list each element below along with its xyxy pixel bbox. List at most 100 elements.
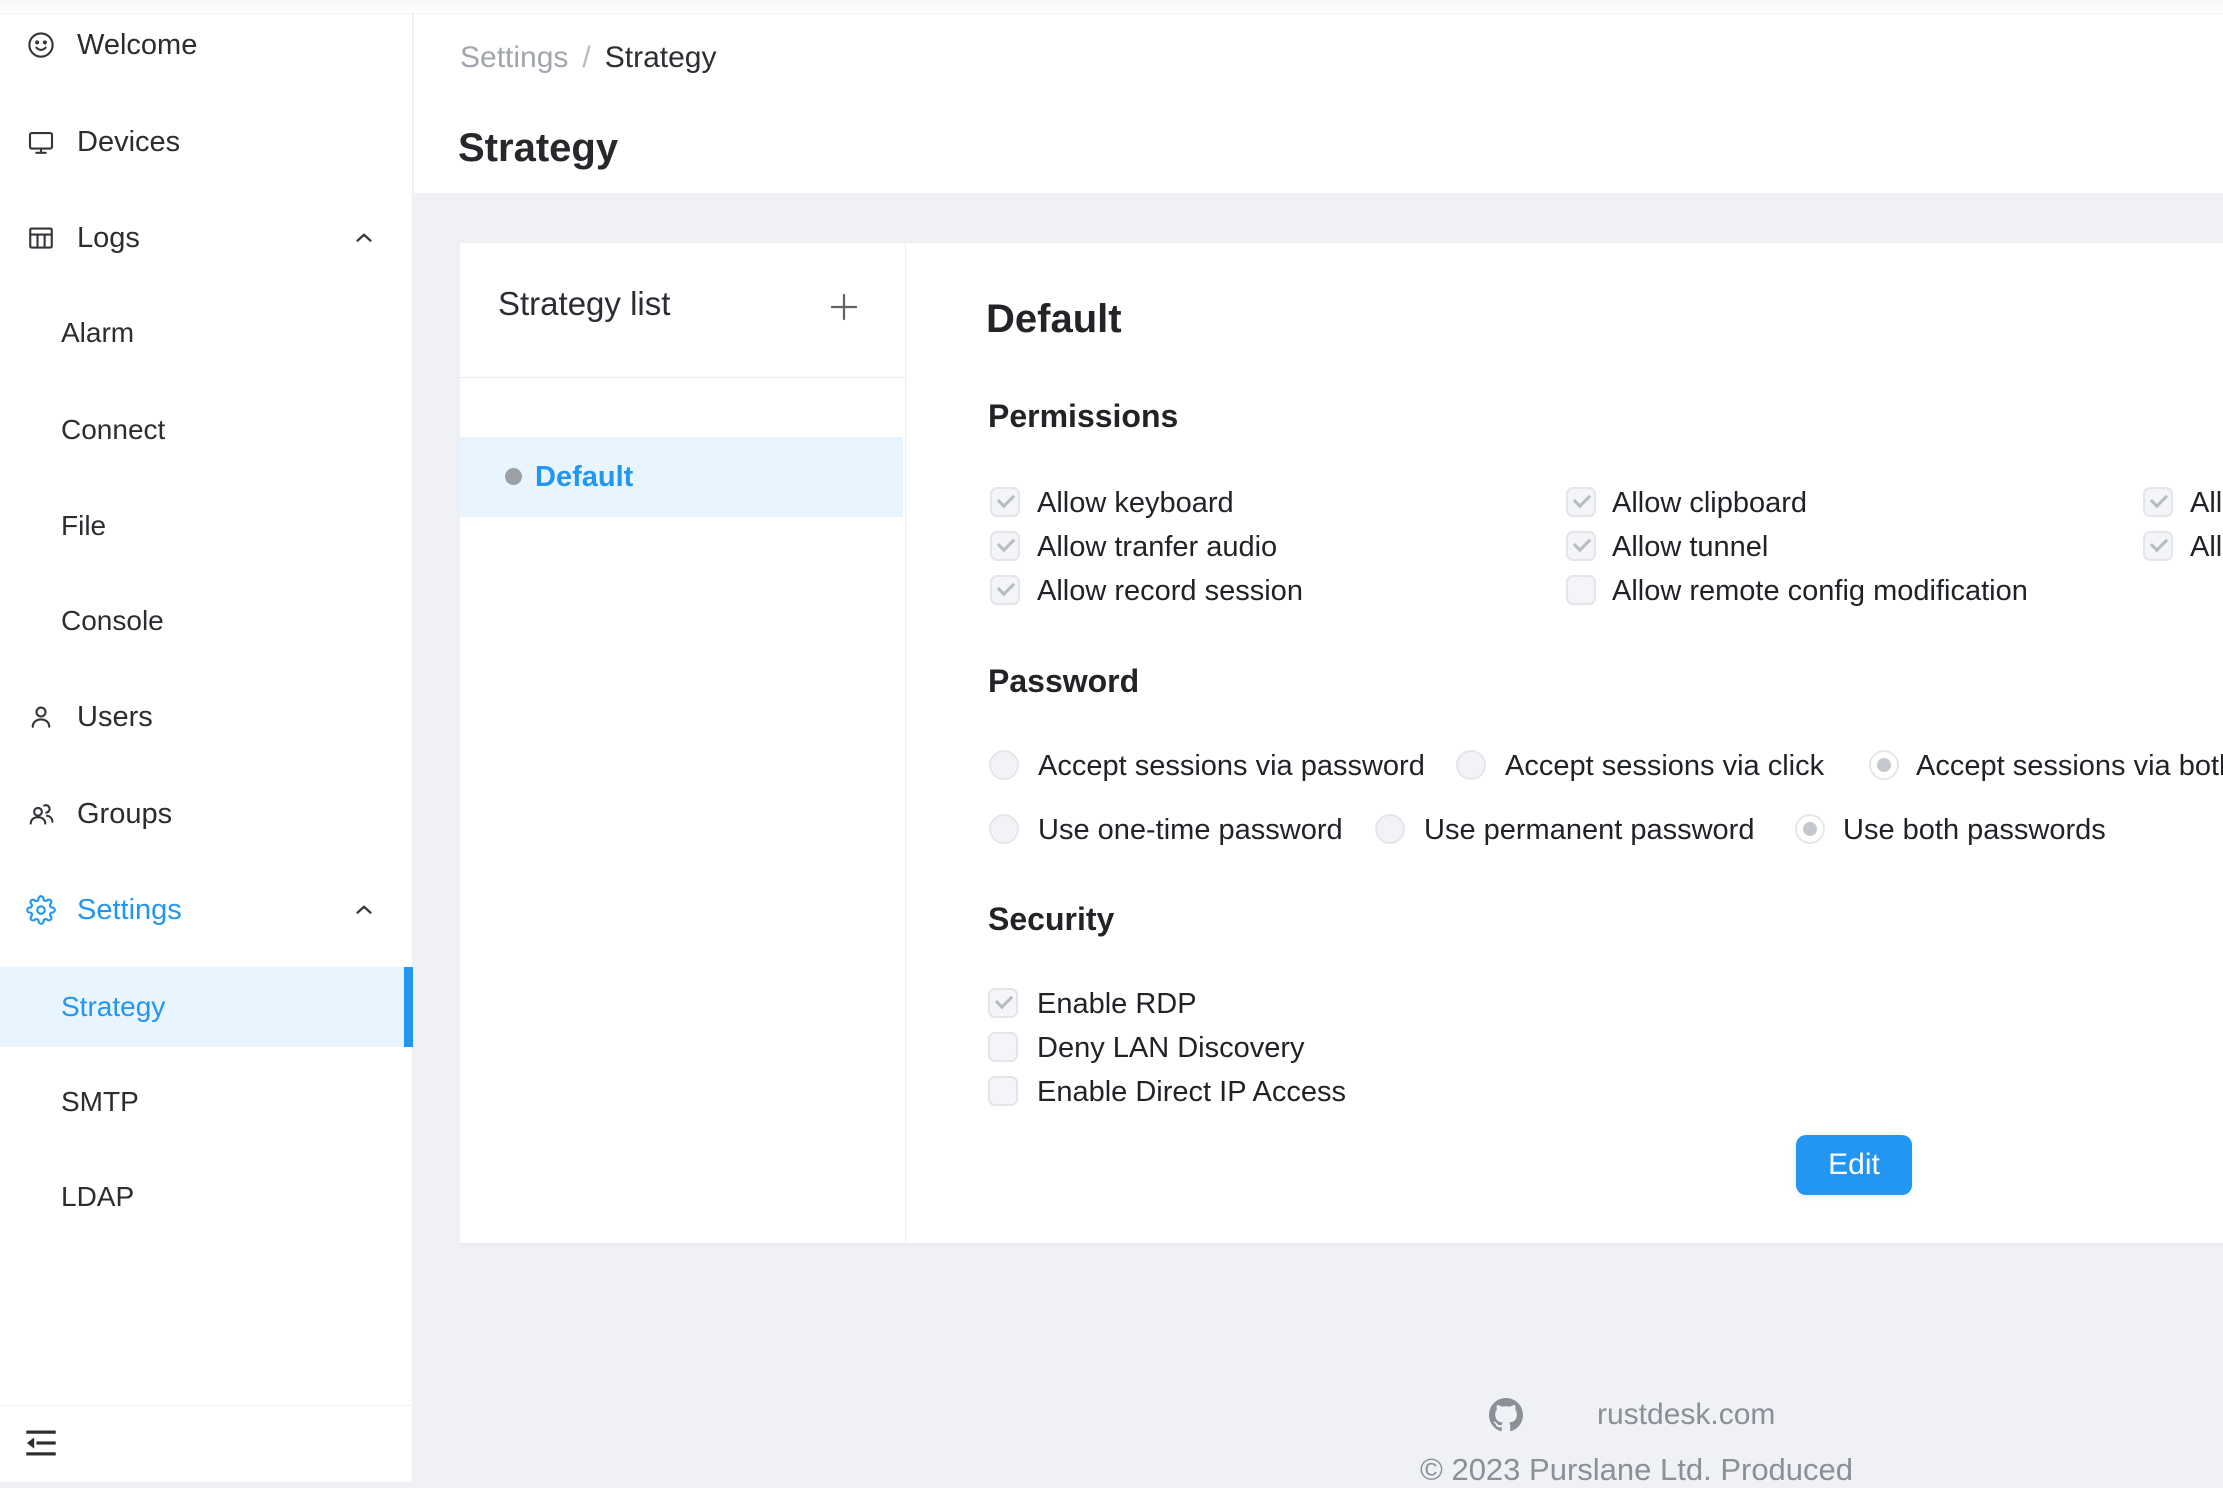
- checkbox-label: Allow remote config modification: [1612, 575, 2028, 607]
- security-row: Enable Direct IP Access: [986, 1076, 2223, 1108]
- status-dot-icon: [505, 468, 522, 485]
- checkbox-enable-direct-ip[interactable]: [988, 1076, 1018, 1106]
- radio-one-time-password[interactable]: [989, 814, 1019, 844]
- edit-button[interactable]: Edit: [1796, 1135, 1912, 1195]
- sidebar-item-label: LDAP: [61, 1181, 134, 1213]
- sidebar-item-logs[interactable]: Logs: [0, 198, 413, 278]
- radio-accept-via-both[interactable]: [1869, 750, 1899, 780]
- sidebar-item-label: Groups: [77, 798, 172, 831]
- window-top-edge: [0, 0, 2223, 14]
- security-heading: Security: [988, 901, 1114, 938]
- checkbox-label: Enable Direct IP Access: [1037, 1076, 1346, 1108]
- checkbox-allow-record-session[interactable]: [990, 575, 1020, 605]
- radio-label: Use both passwords: [1843, 814, 2106, 846]
- radio-label: Use one-time password: [1038, 814, 1343, 846]
- password-row: Accept sessions via password Accept sess…: [986, 750, 2223, 782]
- checkbox-allow-col3-row2[interactable]: [2143, 531, 2173, 561]
- sidebar-item-alarm[interactable]: Alarm: [0, 293, 413, 373]
- sidebar-collapse-button[interactable]: [24, 1428, 60, 1460]
- checkbox-deny-lan-discovery[interactable]: [988, 1032, 1018, 1062]
- breadcrumb-settings[interactable]: Settings: [460, 41, 568, 75]
- gear-icon: [26, 895, 56, 925]
- page-title: Strategy: [458, 126, 618, 171]
- security-row: Deny LAN Discovery: [986, 1032, 2223, 1064]
- checkbox-allow-keyboard[interactable]: [990, 487, 1020, 517]
- strategy-name: Default: [535, 461, 633, 494]
- strategy-list-title: Strategy list: [498, 285, 670, 323]
- checkbox-label: Allow keyboard: [1037, 487, 1234, 519]
- sidebar-item-label: SMTP: [61, 1086, 139, 1118]
- copyright-text: © 2023 Purslane Ltd. Produced: [1420, 1452, 1853, 1488]
- sidebar-item-welcome[interactable]: Welcome: [0, 5, 413, 85]
- checkbox-label: All: [2190, 487, 2222, 519]
- footer: rustdesk.com: [1489, 1398, 1775, 1432]
- breadcrumb-current: Strategy: [605, 41, 717, 75]
- security-row: Enable RDP: [986, 988, 2223, 1020]
- checkbox-enable-rdp[interactable]: [988, 988, 1018, 1018]
- checkbox-allow-transfer-audio[interactable]: [990, 531, 1020, 561]
- table-icon: [26, 223, 56, 253]
- sidebar-item-console[interactable]: Console: [0, 581, 413, 661]
- checkbox-label: Allow clipboard: [1612, 487, 1807, 519]
- sidebar-item-devices[interactable]: Devices: [0, 102, 413, 182]
- add-strategy-button[interactable]: [826, 289, 862, 325]
- radio-both-passwords[interactable]: [1795, 814, 1825, 844]
- strategy-list-panel: Strategy list Default: [460, 243, 906, 1243]
- checkbox-label: All: [2190, 531, 2222, 563]
- strategy-card: Strategy list Default Default Permission…: [460, 243, 2223, 1243]
- sidebar-item-label: Users: [77, 701, 153, 734]
- radio-accept-via-password[interactable]: [989, 750, 1019, 780]
- breadcrumb-separator: /: [582, 41, 590, 75]
- permissions-row: Allow keyboard Allow clipboard All: [986, 487, 2223, 519]
- checkbox-allow-col3-row1[interactable]: [2143, 487, 2173, 517]
- sidebar: Welcome Devices Logs Al: [0, 0, 413, 1482]
- sidebar-item-label: Strategy: [61, 991, 165, 1023]
- sidebar-item-strategy[interactable]: Strategy: [0, 967, 413, 1047]
- github-icon[interactable]: [1489, 1398, 1523, 1432]
- sidebar-item-label: Settings: [77, 894, 182, 927]
- group-icon: [26, 799, 56, 829]
- chevron-up-icon[interactable]: [351, 897, 377, 923]
- radio-label: Accept sessions via click: [1505, 750, 1824, 782]
- sidebar-item-ldap[interactable]: LDAP: [0, 1157, 413, 1237]
- permissions-row: Allow tranfer audio Allow tunnel All: [986, 531, 2223, 563]
- checkbox-allow-remote-config[interactable]: [1566, 575, 1596, 605]
- plus-icon: [826, 289, 862, 325]
- sidebar-divider: [0, 1405, 413, 1406]
- sidebar-item-label: File: [61, 510, 106, 542]
- password-heading: Password: [988, 663, 1139, 700]
- sidebar-item-smtp[interactable]: SMTP: [0, 1062, 413, 1142]
- sidebar-item-label: Logs: [77, 222, 140, 255]
- radio-permanent-password[interactable]: [1375, 814, 1405, 844]
- chevron-up-icon[interactable]: [351, 225, 377, 251]
- page-header: Settings / Strategy Strategy: [414, 0, 2223, 193]
- list-divider: [460, 377, 906, 378]
- sidebar-item-label: Devices: [77, 126, 180, 159]
- permissions-row: Allow record session Allow remote config…: [986, 575, 2223, 607]
- radio-label: Accept sessions via password: [1038, 750, 1425, 782]
- permissions-heading: Permissions: [988, 398, 1178, 435]
- sidebar-item-label: Connect: [61, 414, 165, 446]
- sidebar-item-label: Alarm: [61, 317, 134, 349]
- sidebar-item-file[interactable]: File: [0, 486, 413, 566]
- strategy-list-item-default[interactable]: Default: [460, 437, 903, 517]
- detail-title: Default: [986, 297, 1122, 342]
- checkbox-label: Deny LAN Discovery: [1037, 1032, 1305, 1064]
- checkbox-allow-clipboard[interactable]: [1566, 487, 1596, 517]
- checkbox-label: Enable RDP: [1037, 988, 1197, 1020]
- monitor-icon: [26, 127, 56, 157]
- sidebar-item-connect[interactable]: Connect: [0, 390, 413, 470]
- sidebar-item-users[interactable]: Users: [0, 677, 413, 757]
- radio-label: Use permanent password: [1424, 814, 1754, 846]
- user-icon: [26, 702, 56, 732]
- checkbox-label: Allow record session: [1037, 575, 1303, 607]
- smiley-icon: [26, 30, 56, 60]
- radio-accept-via-click[interactable]: [1456, 750, 1486, 780]
- password-row: Use one-time password Use permanent pass…: [986, 814, 2223, 846]
- sidebar-item-groups[interactable]: Groups: [0, 774, 413, 854]
- menu-fold-icon: [24, 1428, 58, 1460]
- checkbox-label: Allow tunnel: [1612, 531, 1768, 563]
- rustdesk-link[interactable]: rustdesk.com: [1597, 1398, 1775, 1432]
- checkbox-allow-tunnel[interactable]: [1566, 531, 1596, 561]
- sidebar-item-settings[interactable]: Settings: [0, 870, 413, 950]
